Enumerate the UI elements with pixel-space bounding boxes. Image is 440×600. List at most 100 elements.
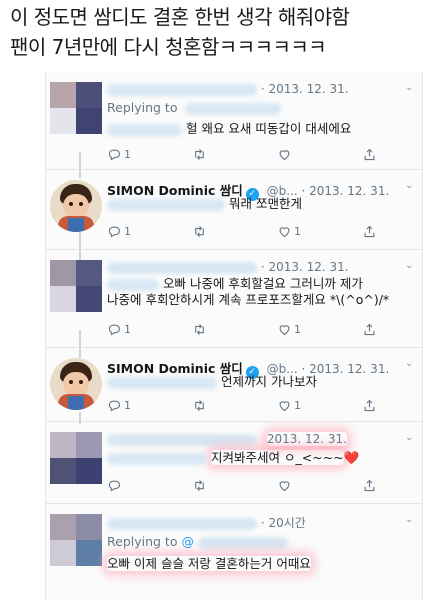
like-button[interactable]: 1 — [277, 224, 301, 239]
chevron-down-icon[interactable]: ⌄ — [405, 180, 415, 191]
tweet-date[interactable]: · 2013. 12. 31. — [261, 82, 349, 96]
tweet-text: 언제까지 가나보자 — [107, 374, 415, 390]
share-button[interactable] — [362, 398, 377, 413]
tweet[interactable]: · 2013. 12. 31. ⌄ 오빠 나중에 후회할걸요 그러니까 제가 나… — [45, 252, 423, 348]
tweet-date[interactable]: · 2013. 12. 31. — [261, 260, 349, 274]
tweet[interactable]: · 2013. 12. 31. ⌄ Replying to 헐 왜요 요새 띠동… — [45, 74, 423, 170]
retweet-button[interactable] — [192, 478, 207, 493]
avatar[interactable] — [50, 260, 102, 312]
tweet-body-line-2: 나중에 후회안하시게 계속 프로포즈할게요 *\(^o^)/* — [107, 292, 390, 307]
retweet-button[interactable] — [192, 147, 207, 162]
tweet-text: 지켜봐주세여 ㅇ_<~~~❤️ — [107, 450, 415, 466]
share-icon — [364, 323, 375, 336]
tweet[interactable]: SIMON Dominic 쌈디 ✓ @b... · 2013. 12. 31. … — [45, 172, 423, 250]
tweet-header: · 20시간 ⌄ — [107, 514, 415, 532]
tweet-actions: 1 1 — [107, 398, 393, 416]
like-button[interactable] — [277, 478, 292, 493]
caption-line-1: 이 정도면 쌈디도 결혼 한번 생각 해줘야함 — [10, 5, 350, 29]
reply-button[interactable] — [107, 478, 122, 493]
tweet-actions: 1 — [107, 147, 393, 165]
retweet-icon — [195, 400, 204, 411]
tweet-text: 오빠 이제 슬슬 저랑 결혼하는거 어때요 — [107, 556, 415, 572]
redacted-mention — [107, 376, 217, 389]
avatar[interactable] — [50, 180, 102, 232]
tweet[interactable]: SIMON Dominic 쌈디 ✓ @b... · 2013. 12. 31. … — [45, 350, 423, 422]
share-icon — [364, 225, 375, 238]
tweet-date[interactable]: 2013. 12. 31. — [267, 432, 347, 446]
retweet-icon — [195, 480, 204, 491]
tweet[interactable]: 2013. 12. 31. ⌄ 지켜봐주세여 ㅇ_<~~~❤️ — [45, 424, 423, 504]
heart-icon — [279, 227, 290, 238]
redacted-mention — [107, 198, 225, 211]
redacted-handle[interactable] — [197, 536, 288, 549]
replying-to: Replying to @ — [107, 534, 288, 549]
reply-icon — [108, 149, 121, 161]
tweet-text: 뭐래 쪼맨한게 — [107, 196, 415, 212]
tweet-actions: 1 1 — [107, 224, 393, 242]
share-icon — [364, 399, 375, 412]
tweet-text: 헐 왜요 요새 띠동갑이 대세에요 — [107, 121, 415, 137]
tweet[interactable]: · 20시간 ⌄ Replying to @ 오빠 이제 슬슬 저랑 결혼하는거… — [45, 506, 423, 600]
reply-count: 1 — [124, 399, 131, 412]
reply-count: 1 — [124, 148, 131, 161]
tweet-body: 오빠 이제 슬슬 저랑 결혼하는거 어때요 — [107, 556, 311, 571]
tweet-text: 오빠 나중에 후회할걸요 그러니까 제가 나중에 후회안하시게 계속 프로포즈할… — [107, 276, 415, 308]
redacted-handle[interactable] — [185, 102, 282, 115]
redacted-username — [107, 433, 257, 446]
share-button[interactable] — [362, 224, 377, 239]
reply-icon — [108, 226, 121, 238]
like-count: 1 — [294, 323, 301, 336]
redacted-mention — [107, 452, 207, 465]
share-button[interactable] — [362, 322, 377, 337]
reply-button[interactable]: 1 — [107, 398, 131, 413]
tweet-body: 헐 왜요 요새 띠동갑이 대세에요 — [185, 121, 352, 136]
redacted-username — [107, 83, 257, 96]
avatar[interactable] — [50, 82, 102, 134]
avatar[interactable] — [50, 358, 102, 410]
caption-line-2: 팬이 7년만에 다시 청혼함ㅋㅋㅋㅋㅋㅋ — [10, 35, 327, 59]
share-button[interactable] — [362, 478, 377, 493]
redacted-username — [107, 517, 257, 530]
reply-button[interactable]: 1 — [107, 147, 131, 162]
tweet-actions — [107, 478, 393, 496]
share-button[interactable] — [362, 147, 377, 162]
redacted-mention — [107, 123, 182, 136]
retweet-button[interactable] — [192, 224, 207, 239]
like-button[interactable]: 1 — [277, 398, 301, 413]
tweet-body: 언제까지 가나보자 — [220, 374, 317, 389]
heart-icon — [279, 401, 290, 412]
chevron-down-icon[interactable]: ⌄ — [405, 82, 415, 93]
reply-icon — [108, 400, 121, 412]
like-button[interactable] — [277, 147, 292, 162]
share-icon — [364, 479, 375, 492]
chevron-down-icon[interactable]: ⌄ — [405, 432, 415, 443]
replying-to-handle[interactable]: @ — [181, 534, 194, 549]
reply-button[interactable]: 1 — [107, 224, 131, 239]
replying-to-label: Replying to — [107, 100, 178, 115]
like-button[interactable]: 1 — [277, 322, 301, 337]
replying-to: Replying to — [107, 100, 282, 115]
tweet-actions: 1 1 — [107, 322, 393, 340]
redacted-username — [107, 261, 257, 274]
reply-count: 1 — [124, 225, 131, 238]
tweet-header: 2013. 12. 31. ⌄ — [107, 432, 415, 450]
avatar[interactable] — [50, 514, 102, 566]
retweet-button[interactable] — [192, 322, 207, 337]
redacted-mention — [107, 278, 159, 291]
heart-icon — [279, 150, 290, 161]
tweet-date[interactable]: · 20시간 — [261, 516, 306, 530]
replying-to-label: Replying to — [107, 534, 178, 549]
tweet-body: 지켜봐주세여 ㅇ_<~~~ — [210, 450, 344, 465]
avatar[interactable] — [50, 432, 102, 484]
reply-icon — [108, 480, 121, 492]
chevron-down-icon[interactable]: ⌄ — [405, 514, 415, 525]
retweet-button[interactable] — [192, 398, 207, 413]
retweet-icon — [195, 324, 204, 335]
heart-emoji: ❤️ — [343, 450, 360, 465]
retweet-icon — [195, 149, 204, 160]
chevron-down-icon[interactable]: ⌄ — [405, 358, 415, 369]
reply-button[interactable]: 1 — [107, 322, 131, 337]
retweet-icon — [195, 226, 204, 237]
caption: 이 정도면 쌈디도 결혼 한번 생각 해줘야함 팬이 7년만에 다시 청혼함ㅋㅋ… — [10, 2, 435, 62]
chevron-down-icon[interactable]: ⌄ — [405, 260, 415, 271]
